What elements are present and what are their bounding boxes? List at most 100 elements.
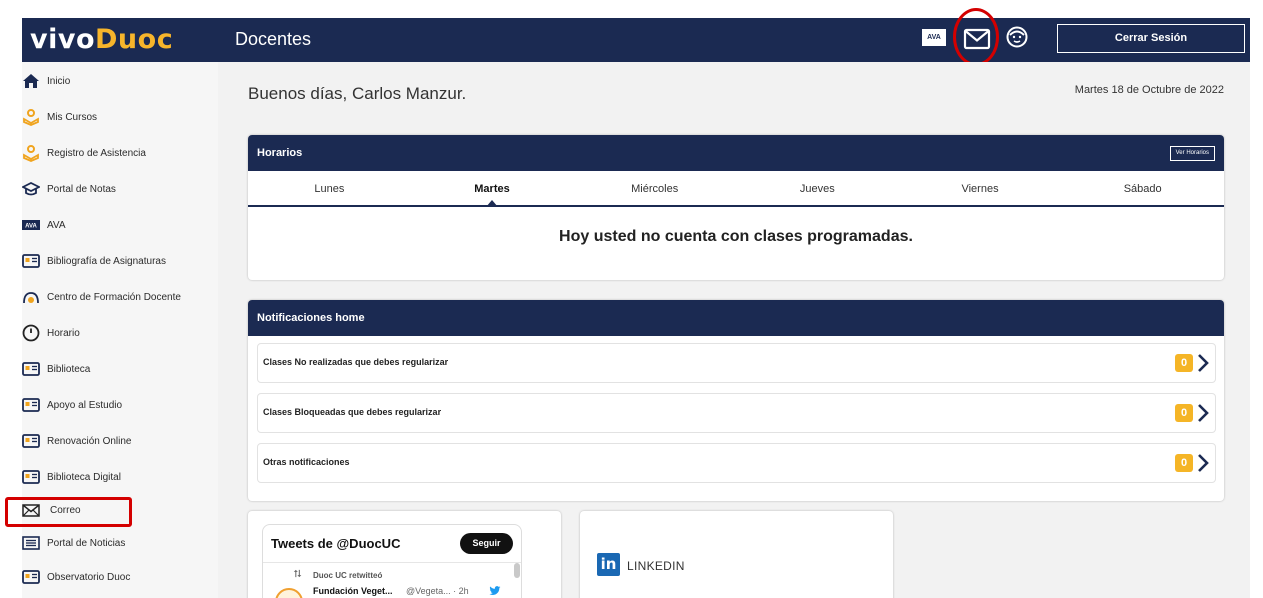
correo-highlight-annotation (5, 497, 132, 527)
twitter-timeline-widget[interactable]: Tweets de @DuocUC Seguir ⮁ Duoc UC retwi… (262, 524, 522, 598)
chevron-right-icon[interactable] (1197, 453, 1209, 473)
sidebar-item-label: Portal de Noticias (47, 537, 126, 549)
sidebar-item-label: Apoyo al Estudio (47, 399, 123, 411)
sidebar-item-label: Inicio (47, 75, 71, 87)
sidebar-item-ava[interactable]: AVA AVA (22, 210, 218, 240)
digital-library-icon (22, 468, 40, 486)
tab-label: Martes (474, 183, 510, 195)
current-date: Martes 18 de Octubre de 2022 (1074, 84, 1224, 96)
sidebar-item-registro-asistencia[interactable]: Registro de Asistencia (22, 138, 218, 168)
ver-horarios-button[interactable]: Ver Horarios (1169, 146, 1215, 161)
sidebar-item-biblioteca[interactable]: Biblioteca (22, 354, 218, 384)
sidebar-item-bibliografia[interactable]: Bibliografía de Asignaturas (22, 246, 218, 276)
tab-label: Viernes (961, 183, 999, 195)
sidebar-item-label: Biblioteca Digital (47, 471, 121, 483)
notification-label: Clases No realizadas que debes regulariz… (263, 357, 449, 367)
notifications-title: Notificaciones home (257, 312, 365, 324)
notification-label: Otras notificaciones (263, 457, 350, 467)
section-title: Docentes (235, 29, 312, 49)
tab-jueves[interactable]: Jueves (736, 171, 899, 205)
linkedin-card[interactable]: in LINKEDIN (580, 511, 893, 598)
day-tabs: Lunes Martes Miércoles Jueves Viernes Sá… (248, 171, 1224, 207)
chevron-right-icon[interactable] (1197, 403, 1209, 423)
tab-miercoles[interactable]: Miércoles (573, 171, 736, 205)
twitter-card: Tweets de @DuocUC Seguir ⮁ Duoc UC retwi… (248, 511, 561, 598)
tab-viernes[interactable]: Viernes (899, 171, 1062, 205)
scrollbar[interactable] (514, 563, 520, 578)
notification-row-otras[interactable]: Otras notificaciones 0 (257, 443, 1216, 483)
observatory-icon (22, 568, 40, 586)
tab-lunes[interactable]: Lunes (248, 171, 411, 205)
logo-part-duoc: Duoc (95, 24, 174, 55)
tab-label: Lunes (314, 183, 345, 195)
sidebar-item-observatorio[interactable]: Observatorio Duoc (22, 562, 218, 592)
mail-highlight-annotation (953, 8, 999, 66)
sidebar-item-label: Biblioteca (47, 363, 91, 375)
sidebar-item-mis-cursos[interactable]: Mis Cursos (22, 102, 218, 132)
avatar[interactable] (275, 588, 303, 598)
notification-row-bloqueadas[interactable]: Clases Bloqueadas que debes regularizar … (257, 393, 1216, 433)
notifications-card: Notificaciones home Clases No realizadas… (248, 300, 1224, 501)
ava-icon: AVA (22, 216, 40, 234)
sidebar-item-label: Observatorio Duoc (47, 571, 131, 583)
sidebar-item-inicio[interactable]: Inicio (22, 66, 218, 96)
sidebar-item-apoyo-estudio[interactable]: Apoyo al Estudio (22, 390, 218, 420)
clock-icon (22, 324, 40, 342)
sidebar-item-label: Mis Cursos (47, 111, 98, 123)
sidebar-item-label: Registro de Asistencia (47, 147, 146, 159)
greeting: Buenos días, Carlos Manzur. (248, 84, 467, 103)
news-icon (22, 534, 40, 552)
tab-label: Miércoles (631, 183, 679, 195)
sidebar-item-label: Portal de Notas (47, 183, 116, 195)
no-classes-message: Hoy usted no cuenta con clases programad… (559, 228, 913, 245)
graduation-cap-icon (22, 180, 40, 198)
notification-row-no-realizadas[interactable]: Clases No realizadas que debes regulariz… (257, 343, 1216, 383)
home-icon (22, 72, 40, 90)
twitter-timeline-title: Tweets de @DuocUC (271, 536, 401, 551)
notification-label: Clases Bloqueadas que debes regularizar (263, 407, 442, 417)
linkedin-icon: in (597, 553, 620, 576)
sidebar-item-renovacion-online[interactable]: Renovación Online (22, 426, 218, 456)
sidebar-item-label: Centro de Formación Docente (47, 291, 181, 303)
svg-text:AVA: AVA (25, 224, 37, 230)
active-tab-caret-icon (486, 200, 498, 207)
twitter-bird-icon (489, 586, 501, 595)
notifications-header: Notificaciones home (248, 300, 1224, 336)
sidebar-item-horario[interactable]: Horario (22, 318, 218, 348)
sidebar-item-biblioteca-digital[interactable]: Biblioteca Digital (22, 462, 218, 492)
logout-button[interactable]: Cerrar Sesión (1057, 24, 1245, 53)
tab-label: Jueves (799, 183, 835, 195)
ava-button[interactable]: AVA (922, 29, 946, 46)
renewal-icon (22, 432, 40, 450)
main-content: Buenos días, Carlos Manzur. Martes 18 de… (218, 62, 1250, 598)
training-center-icon (22, 288, 40, 306)
horarios-card: Horarios Ver Horarios Lunes Martes Miérc… (248, 135, 1224, 280)
sidebar-item-portal-noticias[interactable]: Portal de Noticias (22, 528, 218, 558)
study-support-icon (22, 396, 40, 414)
linkedin-label: LINKEDIN (627, 559, 685, 573)
follow-button[interactable]: Seguir (460, 533, 513, 554)
sidebar-item-label: AVA (47, 219, 66, 231)
sidebar-item-centro-formacion[interactable]: Centro de Formación Docente (22, 282, 218, 312)
horarios-title: Horarios (257, 147, 303, 159)
notification-count-badge: 0 (1175, 354, 1193, 372)
attendance-icon (22, 144, 40, 162)
tab-martes[interactable]: Martes (411, 171, 574, 207)
retweet-note: Duoc UC retwitteó (313, 571, 383, 580)
retweet-icon: ⮁ (293, 569, 301, 580)
vivoduoc-logo[interactable]: vivoDuoc (30, 24, 173, 55)
chevron-right-icon[interactable] (1197, 353, 1209, 373)
face-icon[interactable] (1005, 25, 1029, 49)
divider (263, 562, 521, 563)
horarios-header: Horarios Ver Horarios (248, 135, 1224, 171)
tab-label: Sábado (1123, 183, 1162, 195)
sidebar-item-portal-notas[interactable]: Portal de Notas (22, 174, 218, 204)
tab-sabado[interactable]: Sábado (1061, 171, 1224, 205)
book-icon (22, 252, 40, 270)
tweet-author[interactable]: Fundación Veget... (313, 586, 393, 596)
sidebar-item-label: Renovación Online (47, 435, 132, 447)
sidebar-item-label: Bibliografía de Asignaturas (47, 255, 166, 267)
tweet-handle: @Vegeta... · 2h (406, 586, 469, 596)
logo-part-vivo: vivo (30, 24, 96, 55)
library-icon (22, 360, 40, 378)
